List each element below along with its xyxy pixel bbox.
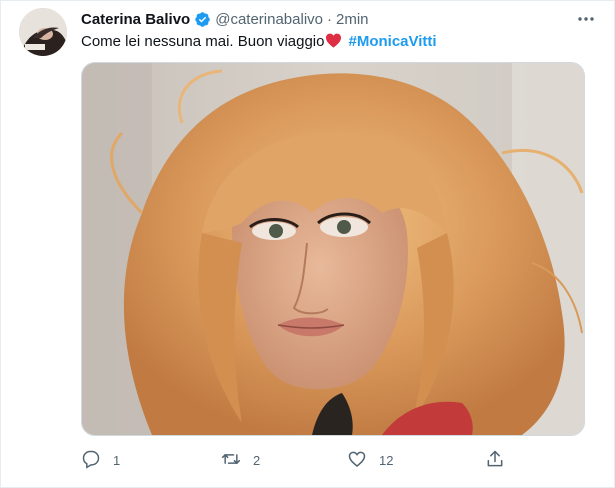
hashtag-link[interactable]: #MonicaVitti bbox=[348, 33, 436, 50]
author-handle[interactable]: @caterinabalivo bbox=[215, 11, 323, 28]
timestamp[interactable]: 2min bbox=[336, 11, 369, 28]
like-icon bbox=[347, 449, 367, 472]
reply-icon bbox=[81, 449, 101, 472]
verified-badge-icon bbox=[194, 11, 211, 28]
retweet-count: 2 bbox=[253, 452, 261, 468]
retweet-button[interactable]: 2 bbox=[221, 449, 260, 471]
reply-count: 1 bbox=[113, 452, 121, 468]
separator-dot: · bbox=[327, 10, 333, 28]
tweet-body: Come lei nessuna mai. Buon viaggio bbox=[81, 33, 325, 50]
author-name[interactable]: Caterina Balivo bbox=[81, 11, 190, 28]
tweet-photo[interactable] bbox=[81, 62, 585, 436]
tweet-text: Come lei nessuna mai. Buon viaggio #Monic… bbox=[81, 32, 437, 52]
like-button[interactable]: 12 bbox=[347, 449, 393, 471]
tweet-actions: 1 2 12 bbox=[81, 449, 511, 471]
reply-button[interactable]: 1 bbox=[81, 449, 120, 471]
share-button[interactable] bbox=[485, 449, 505, 471]
tweet-header: Caterina Balivo @caterinabalivo · 2min bbox=[81, 9, 594, 29]
more-icon[interactable] bbox=[576, 11, 596, 27]
author-avatar[interactable] bbox=[19, 8, 67, 56]
retweet-icon bbox=[221, 449, 241, 472]
red-heart-emoji-icon bbox=[325, 33, 342, 48]
tweet-card[interactable]: Caterina Balivo @caterinabalivo · 2min C… bbox=[0, 0, 615, 488]
like-count: 12 bbox=[379, 452, 394, 468]
share-icon bbox=[485, 449, 505, 472]
